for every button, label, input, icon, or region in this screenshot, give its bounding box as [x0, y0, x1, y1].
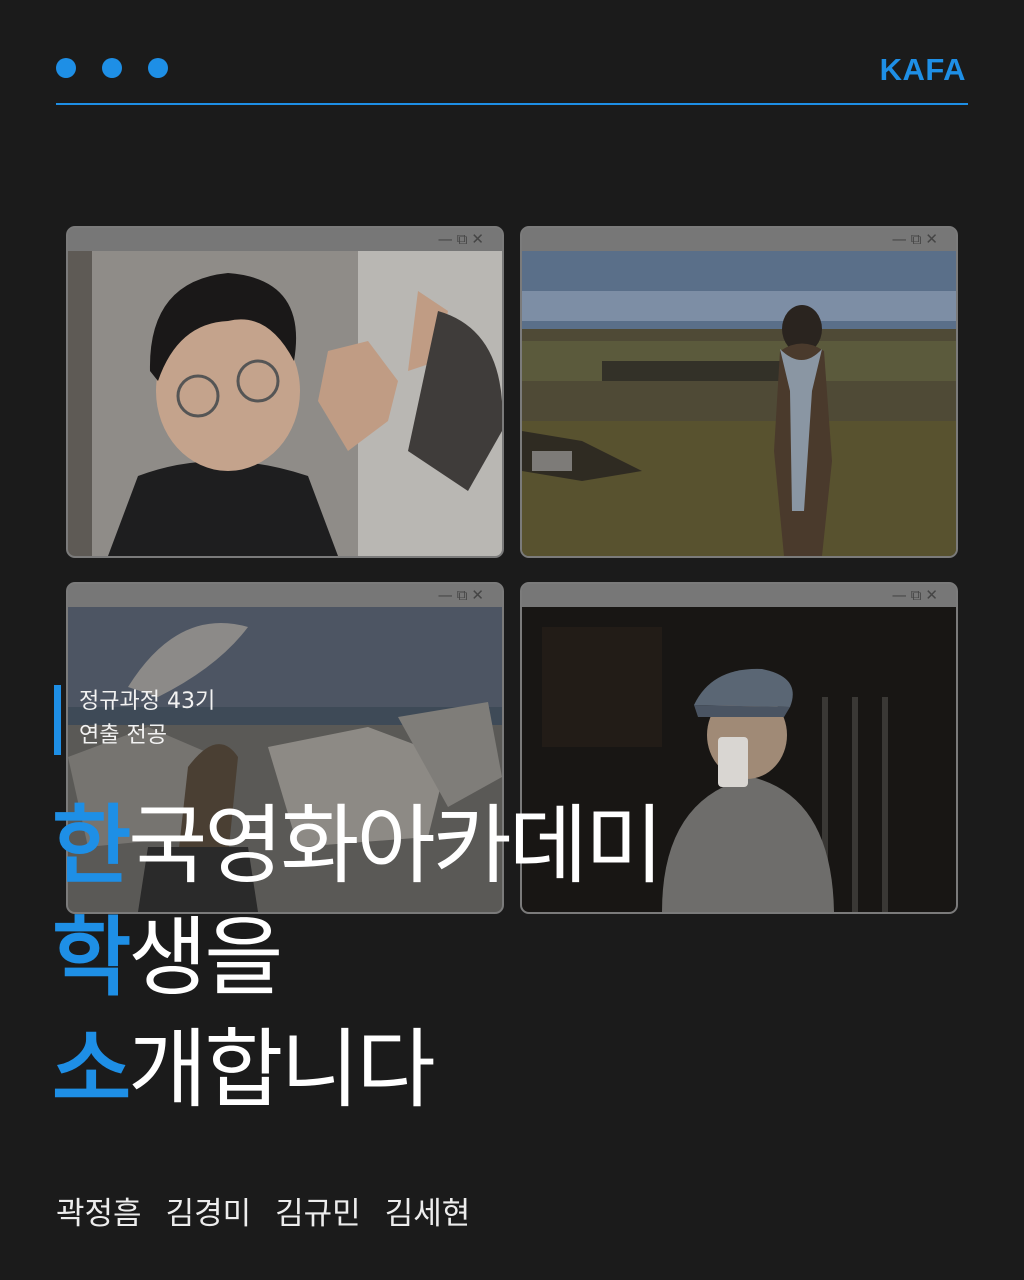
student-name: 곽정흠 [56, 1196, 142, 1232]
headline-line-1: 한국영화아카데미 [52, 790, 664, 902]
window-titlebar: —⧉✕ [68, 584, 502, 607]
student-photo-2 [522, 251, 956, 556]
dot-icon [148, 58, 168, 78]
window-controls-icon[interactable]: —⧉✕ [438, 586, 488, 604]
window-controls-icon[interactable]: —⧉✕ [438, 230, 488, 248]
headline-line-2: 학생을 [52, 902, 661, 1014]
student-name: 김경미 [165, 1196, 252, 1232]
dot-icon [102, 58, 122, 78]
course-tagline: 정규과정 43기 연출 전공 [54, 685, 215, 755]
window-controls-icon[interactable]: —⧉✕ [892, 586, 942, 604]
headline-accent-char: 소 [52, 1020, 131, 1120]
course-cohort: 정규과정 43기 [79, 689, 216, 714]
headline-text: 생을 [128, 908, 283, 1008]
window-dots [56, 58, 168, 78]
photo-window-2: —⧉✕ [520, 226, 958, 558]
kafa-logo: KAFA [879, 52, 966, 87]
window-titlebar: —⧉✕ [522, 228, 956, 251]
headline-accent-char: 한 [52, 796, 131, 896]
window-titlebar: —⧉✕ [68, 228, 502, 251]
headline-text: 국영화아카데미 [128, 796, 664, 896]
dot-icon [56, 58, 76, 78]
headline-line-3: 소개합니다 [52, 1014, 661, 1126]
student-names: 곽정흠 김경미 김규민 김세현 [56, 1188, 470, 1233]
course-major: 연출 전공 [79, 723, 167, 748]
header-divider [56, 103, 968, 105]
photo-window-1: —⧉✕ [66, 226, 504, 558]
headline: 한국영화아카데미 학생을 소개합니다 [52, 790, 664, 1126]
student-name: 김규민 [275, 1196, 361, 1232]
window-titlebar: —⧉✕ [522, 584, 956, 607]
headline-accent-char: 학 [52, 908, 131, 1008]
student-name: 김세현 [384, 1196, 471, 1232]
headline-text: 개합니다 [128, 1020, 435, 1120]
window-controls-icon[interactable]: —⧉✕ [892, 230, 942, 248]
student-photo-1 [68, 251, 502, 556]
